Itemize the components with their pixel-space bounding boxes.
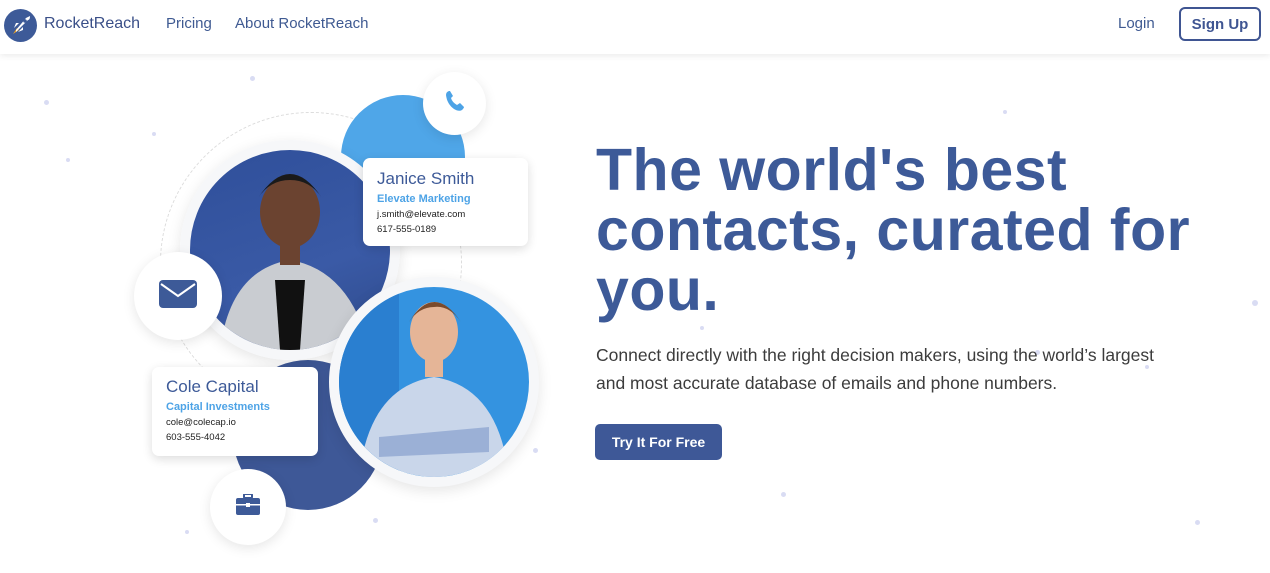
hero-subtext: Connect directly with the right decision… (596, 345, 1154, 393)
email-icon-circle (134, 252, 222, 340)
contact-phone: 617-555-0189 (377, 224, 437, 235)
contact-card-janice: Janice Smith Elevate Marketing j.smith@e… (363, 158, 528, 246)
briefcase-icon (236, 493, 260, 520)
nav-link-pricing[interactable]: Pricing (166, 15, 212, 32)
sign-up-button[interactable]: Sign Up (1179, 7, 1261, 41)
contact-email: j.smith@elevate.com (377, 209, 466, 220)
cole-capital-photo (329, 277, 539, 487)
login-link[interactable]: Login (1118, 15, 1155, 32)
contact-card-cole: Cole Capital Capital Investments cole@co… (152, 367, 318, 456)
contact-name: Janice Smith (377, 169, 475, 188)
contact-name: Cole Capital (166, 377, 259, 396)
contact-company: Elevate Marketing (377, 193, 471, 205)
phone-icon (443, 89, 467, 118)
try-it-for-free-button[interactable]: Try It For Free (595, 424, 722, 460)
contact-phone: 603-555-4042 (166, 432, 226, 443)
top-navigation: RocketReach Pricing About RocketReach Lo… (0, 0, 1270, 54)
rocketreach-logo-icon[interactable] (4, 9, 37, 42)
briefcase-icon-circle (210, 469, 286, 545)
hero-headline: The world's best contacts, curated for y… (596, 137, 1191, 323)
phone-icon-circle (423, 72, 486, 135)
contact-company: Capital Investments (166, 401, 270, 413)
nav-link-about[interactable]: About RocketReach (235, 15, 368, 32)
contact-email: cole@colecap.io (166, 417, 236, 428)
email-icon (159, 279, 197, 313)
brand-name[interactable]: RocketReach (44, 15, 140, 33)
